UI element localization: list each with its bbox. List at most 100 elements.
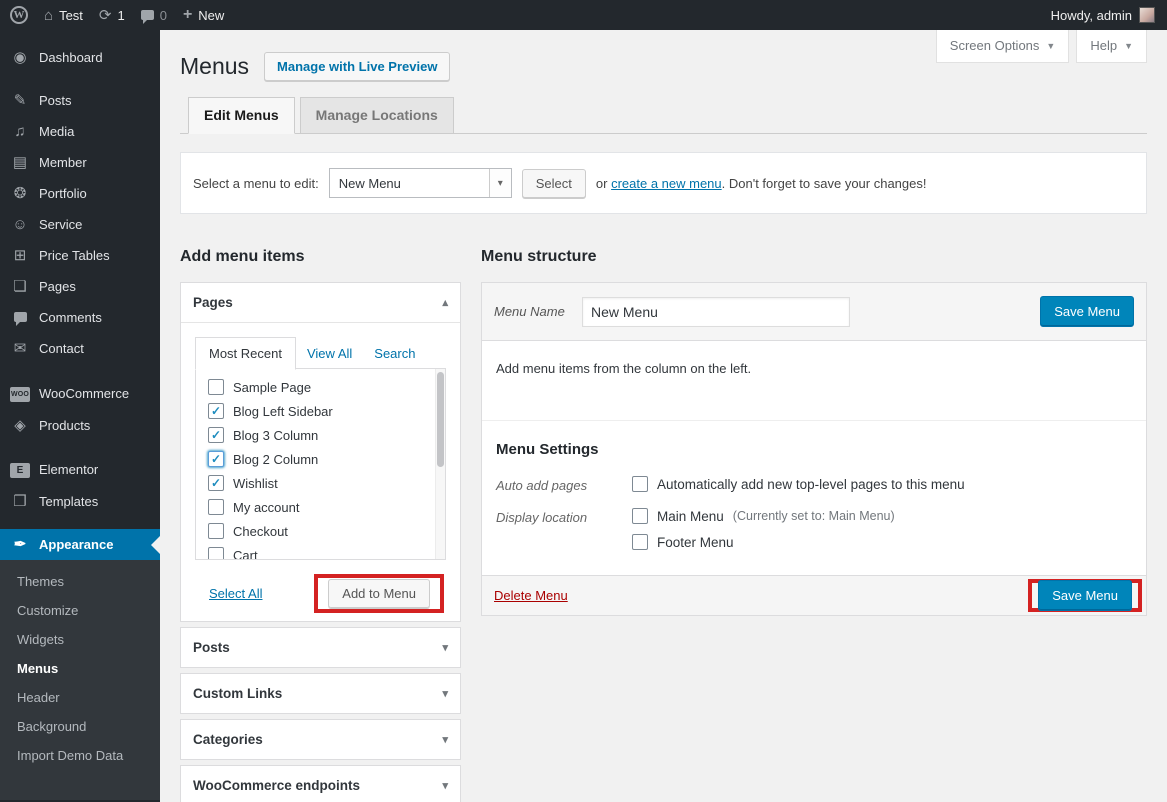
list-item: Blog 2 Column: [208, 451, 427, 467]
tab-view-all[interactable]: View All: [296, 338, 363, 369]
scrollbar[interactable]: [435, 369, 445, 559]
sidebar-item-portfolio[interactable]: ❂ Portfolio: [0, 178, 160, 209]
tab-most-recent[interactable]: Most Recent: [195, 337, 296, 370]
checkbox[interactable]: [208, 403, 224, 419]
sidebar-item-label: Pages: [39, 279, 76, 294]
sidebar-item-media[interactable]: ♫ Media: [0, 116, 160, 147]
sidebar-item-label: Dashboard: [39, 50, 103, 65]
new-content-link[interactable]: + New: [183, 7, 224, 23]
new-label: New: [198, 8, 224, 23]
sidebar-item-label: Posts: [39, 93, 72, 108]
accordion-posts[interactable]: Posts ▾: [180, 627, 461, 668]
submenu-item-header[interactable]: Header: [0, 683, 160, 712]
menu-select-bar: Select a menu to edit: New Menu ▾ Select…: [180, 152, 1147, 214]
sidebar-item-service[interactable]: ☺ Service: [0, 209, 160, 240]
tab-search[interactable]: Search: [363, 338, 426, 369]
menu-structure-title: Menu structure: [481, 248, 1147, 266]
checkbox[interactable]: [208, 523, 224, 539]
comments-link[interactable]: 0: [141, 8, 167, 23]
checkbox[interactable]: [208, 379, 224, 395]
select-all-link[interactable]: Select All: [209, 586, 262, 601]
or-text: or: [596, 176, 608, 191]
help-button[interactable]: Help ▼: [1076, 30, 1147, 63]
list-item: Checkout: [208, 523, 427, 539]
checkbox[interactable]: [208, 547, 224, 560]
accordion-custom-links[interactable]: Custom Links ▾: [180, 673, 461, 714]
main-content: Screen Options ▼ Help ▼ Menus Manage wit…: [160, 30, 1167, 802]
account-menu[interactable]: Howdy, admin: [1051, 7, 1155, 23]
screen-options-button[interactable]: Screen Options ▼: [936, 30, 1070, 63]
chevron-down-icon: ▼: [1124, 41, 1133, 51]
submenu-item-background[interactable]: Background: [0, 712, 160, 741]
site-link[interactable]: ⌂ Test: [44, 8, 83, 23]
menu-select-dropdown[interactable]: New Menu ▾: [329, 168, 512, 198]
sidebar-item-label: WooCommerce: [39, 386, 129, 401]
display-location-label: Display location: [496, 508, 632, 550]
sidebar-item-price-tables[interactable]: ⊞ Price Tables: [0, 240, 160, 271]
chevron-down-icon: ▾: [442, 733, 448, 746]
menu-name-input[interactable]: [582, 297, 850, 327]
sidebar-item-label: Service: [39, 217, 82, 232]
select-button[interactable]: Select: [522, 169, 586, 198]
chevron-up-icon: ▴: [442, 296, 448, 309]
plus-icon: +: [183, 7, 192, 23]
sidebar-item-products[interactable]: ◈ Products: [0, 410, 160, 441]
footer-menu-label: Footer Menu: [657, 535, 734, 550]
accordion-woocommerce-endpoints[interactable]: WooCommerce endpoints ▾: [180, 765, 461, 802]
sidebar-item-label: Contact: [39, 341, 84, 356]
submenu-item-menus[interactable]: Menus: [0, 654, 160, 683]
scrollbar-thumb[interactable]: [437, 372, 444, 467]
save-menu-button-bottom[interactable]: Save Menu: [1038, 580, 1132, 611]
sidebar-item-contact[interactable]: ✉ Contact: [0, 333, 160, 364]
delete-menu-link[interactable]: Delete Menu: [494, 588, 568, 603]
checkbox[interactable]: [208, 451, 224, 467]
comment-bubble-icon: [141, 10, 154, 20]
sidebar-item-elementor[interactable]: E Elementor: [0, 453, 160, 486]
submenu-item-widgets[interactable]: Widgets: [0, 625, 160, 654]
submenu-item-themes[interactable]: Themes: [0, 567, 160, 596]
sidebar-item-comments[interactable]: Comments: [0, 302, 160, 333]
tab-edit-menus[interactable]: Edit Menus: [188, 97, 295, 134]
page-item-label: Blog 2 Column: [233, 452, 318, 467]
sidebar-item-woocommerce[interactable]: WOO WooCommerce: [0, 376, 160, 410]
wordpress-menu[interactable]: W: [10, 6, 28, 24]
create-new-menu-link[interactable]: create a new menu: [611, 176, 722, 191]
pages-panel-body: Most Recent View All Search Sample Page …: [181, 323, 460, 621]
menu-name-label: Menu Name: [494, 304, 582, 319]
submenu-item-import-demo-data[interactable]: Import Demo Data: [0, 741, 160, 770]
main-menu-checkbox[interactable]: [632, 508, 648, 524]
submenu-item-customize[interactable]: Customize: [0, 596, 160, 625]
sidebar-item-dashboard[interactable]: ◉ Dashboard: [0, 42, 160, 73]
add-to-menu-button[interactable]: Add to Menu: [328, 579, 430, 608]
checkbox[interactable]: [208, 427, 224, 443]
save-changes-reminder: . Don't forget to save your changes!: [722, 176, 927, 191]
menu-footer-actions: Delete Menu Save Menu: [482, 575, 1146, 615]
main-menu-label: Main Menu: [657, 509, 724, 524]
or-create-text: or create a new menu. Don't forget to sa…: [596, 176, 927, 191]
list-item: My account: [208, 499, 427, 515]
display-location-row: Display location Main Menu (Currently se…: [496, 508, 1132, 550]
auto-add-pages-label: Auto add pages: [496, 476, 632, 493]
checkbox[interactable]: [208, 475, 224, 491]
sidebar-item-member[interactable]: ▤ Member: [0, 147, 160, 178]
updates-link[interactable]: ⟳ 1: [99, 8, 125, 23]
comment-count: 0: [160, 8, 167, 23]
screen-meta: Screen Options ▼ Help ▼: [929, 30, 1147, 63]
tab-manage-locations[interactable]: Manage Locations: [300, 97, 454, 133]
sidebar-item-appearance[interactable]: ✒ Appearance: [0, 529, 160, 560]
sidebar-item-posts[interactable]: ✎ Posts: [0, 85, 160, 116]
sidebar-item-templates[interactable]: ❒ Templates: [0, 486, 160, 517]
sidebar-item-pages[interactable]: ❏ Pages: [0, 271, 160, 302]
manage-with-live-preview-button[interactable]: Manage with Live Preview: [264, 52, 450, 81]
accordion-categories[interactable]: Categories ▾: [180, 719, 461, 760]
add-menu-items-column: Add menu items Pages ▴ Most Recent View …: [180, 242, 461, 802]
save-menu-button-top[interactable]: Save Menu: [1040, 296, 1134, 327]
pages-panel-header[interactable]: Pages ▴: [181, 283, 460, 323]
checkbox[interactable]: [208, 499, 224, 515]
chevron-down-icon: ▾: [442, 779, 448, 792]
footer-menu-checkbox[interactable]: [632, 534, 648, 550]
sidebar-item-label: Price Tables: [39, 248, 110, 263]
select-menu-label: Select a menu to edit:: [193, 176, 319, 191]
auto-add-pages-checkbox[interactable]: [632, 476, 648, 492]
sidebar-item-label: Member: [39, 155, 87, 170]
